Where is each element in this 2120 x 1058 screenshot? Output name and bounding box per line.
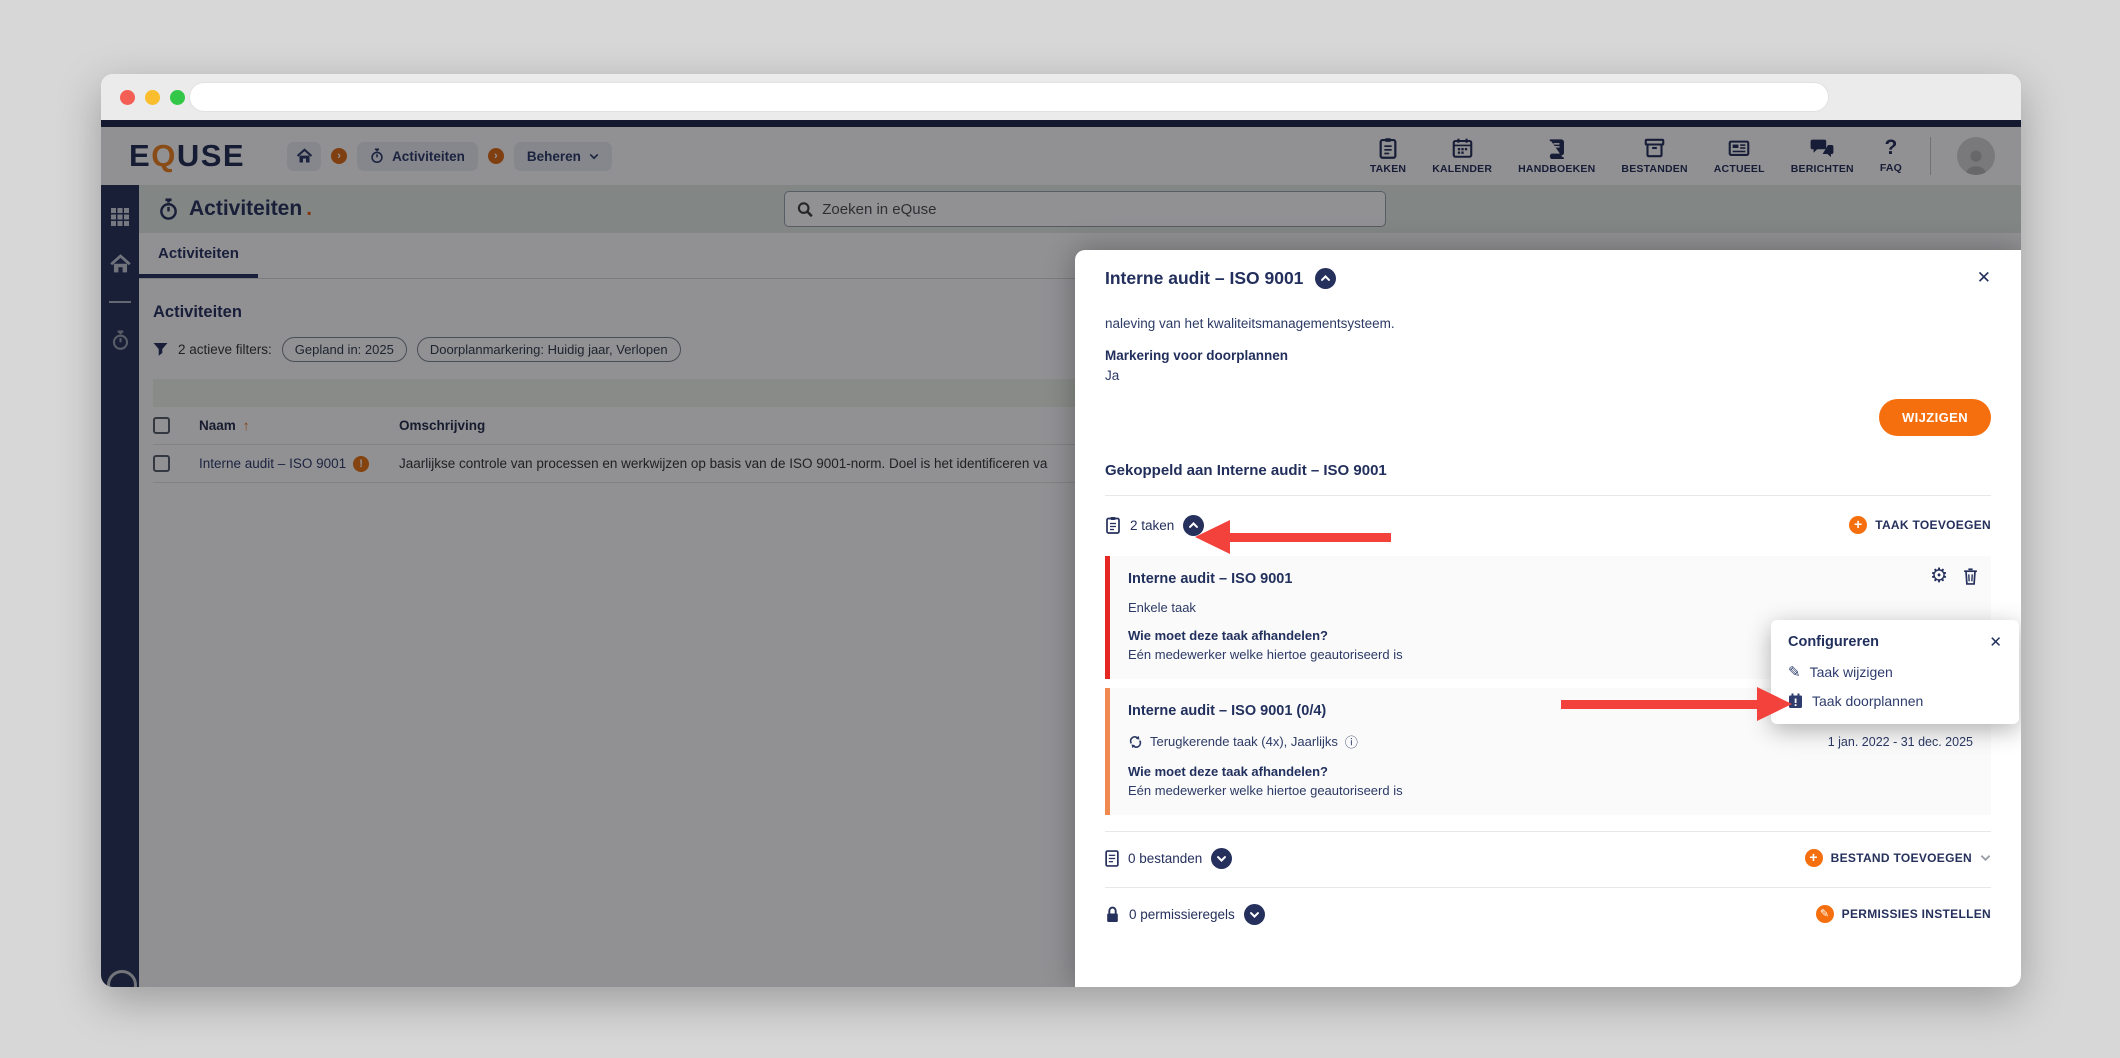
url-bar[interactable] xyxy=(189,82,1829,112)
tasks-count: 2 taken xyxy=(1130,517,1175,533)
menu-item-label: Taak wijzigen xyxy=(1809,664,1893,680)
traffic-light-zoom-icon[interactable] xyxy=(170,89,185,105)
modal-title: Interne audit – ISO 9001 xyxy=(1105,267,1304,288)
task-type: Enkele taak xyxy=(1128,600,1196,615)
linked-section-heading: Gekoppeld aan Interne audit – ISO 9001 xyxy=(1105,462,1387,479)
task-title: Interne audit – ISO 9001 xyxy=(1128,571,1293,587)
set-permissions-label: PERMISSIES INSTELLEN xyxy=(1841,907,1991,921)
menu-item-taak-wijzigen[interactable]: ✎ Taak wijzigen xyxy=(1788,663,2002,681)
add-file-button[interactable]: + BESTAND TOEVOEGEN xyxy=(1804,849,1991,867)
divider xyxy=(1105,495,1991,496)
clipboard-icon xyxy=(1106,517,1120,534)
task-period: 1 jan. 2022 - 31 dec. 2025 xyxy=(1827,734,1973,749)
divider xyxy=(1105,831,1991,832)
set-permissions-button[interactable]: ✎ PERMISSIES INSTELLEN xyxy=(1815,905,1991,923)
file-icon xyxy=(1105,849,1119,867)
marking-value: Ja xyxy=(1105,368,1120,383)
browser-chrome xyxy=(101,74,2021,120)
permissions-count: 0 permissieregels xyxy=(1129,906,1235,922)
annotation-arrow-right-shaft xyxy=(1561,700,1757,709)
lock-icon xyxy=(1107,906,1118,922)
configure-popup: Configureren ✕ ✎ Taak wijzigen Taak door… xyxy=(1771,620,2019,724)
description-text: naleving van het kwaliteitsmanagementsys… xyxy=(1105,316,1395,331)
close-icon[interactable]: ✕ xyxy=(1989,633,2002,651)
trash-icon[interactable] xyxy=(1963,567,1978,585)
task-question: Wie moet deze taak afhandelen? xyxy=(1128,764,1328,779)
recurring-icon xyxy=(1129,735,1142,748)
close-icon[interactable]: ✕ xyxy=(1977,268,1991,288)
permissions-summary-row: 0 permissieregels ✎ PERMISSIES INSTELLEN xyxy=(1105,901,1991,927)
wijzigen-button[interactable]: WIJZIGEN xyxy=(1878,399,1991,436)
task-recurrence: Terugkerende taak (4x), Jaarlijks xyxy=(1150,734,1338,749)
annotation-arrow-left-icon xyxy=(1195,520,1230,554)
modal-header: Interne audit – ISO 9001 ✕ xyxy=(1105,250,1991,306)
annotation-arrow-left-shaft xyxy=(1229,533,1391,542)
detail-modal: Interne audit – ISO 9001 ✕ naleving van … xyxy=(1075,250,2021,987)
popup-title: Configureren xyxy=(1788,634,1880,650)
expand-chevron-down-icon[interactable] xyxy=(1243,903,1265,925)
menu-item-label: Taak doorplannen xyxy=(1812,693,1924,709)
add-task-label: TAAK TOEVOEGEN xyxy=(1875,518,1991,532)
pencil-icon: ✎ xyxy=(1815,905,1834,923)
add-task-button[interactable]: + TAAK TOEVOEGEN xyxy=(1849,516,1991,534)
files-summary-row: 0 bestanden + BESTAND TOEVOEGEN xyxy=(1105,845,1991,871)
menu-item-taak-doorplannen[interactable]: Taak doorplannen xyxy=(1788,693,2002,709)
info-icon[interactable]: ⓘ xyxy=(1345,732,1358,751)
pencil-icon: ✎ xyxy=(1788,664,1801,681)
marking-label: Markering voor doorplannen xyxy=(1105,348,1289,363)
collapse-chevron-up-icon[interactable] xyxy=(1315,267,1337,289)
annotation-arrow-right-icon xyxy=(1757,687,1792,721)
browser-window: EQUSE › Activiteiten › Beheren TAKEN KAL… xyxy=(101,74,2021,987)
divider xyxy=(1105,887,1991,888)
add-file-label: BESTAND TOEVOEGEN xyxy=(1830,851,1972,865)
plus-icon: + xyxy=(1804,849,1823,867)
files-count: 0 bestanden xyxy=(1128,850,1203,866)
expand-chevron-down-icon[interactable] xyxy=(1211,847,1233,869)
plus-icon: + xyxy=(1849,516,1868,534)
desktop-background: EQUSE › Activiteiten › Beheren TAKEN KAL… xyxy=(0,0,2120,1058)
traffic-light-close-icon[interactable] xyxy=(120,89,135,105)
task-answer: Eén medewerker welke hiertoe geautorisee… xyxy=(1128,783,1403,798)
traffic-light-minimize-icon[interactable] xyxy=(145,89,160,105)
chevron-down-icon xyxy=(1980,854,1991,862)
gear-icon[interactable]: ⚙ xyxy=(1930,566,1948,586)
